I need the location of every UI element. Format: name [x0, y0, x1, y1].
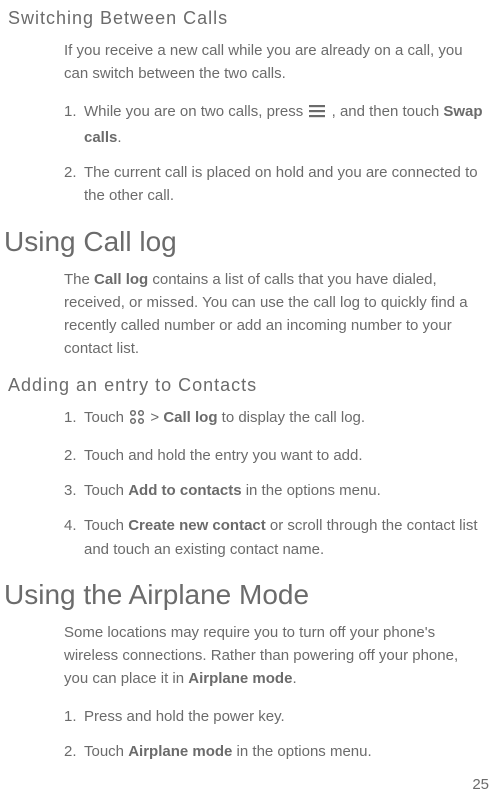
- heading-adding-entry: Adding an entry to Contacts: [8, 375, 493, 396]
- text: in the options menu.: [242, 482, 381, 499]
- step-2-touch-hold: 2. Touch and hold the entry you want to …: [64, 444, 485, 467]
- para-airplane: Some locations may require you to turn o…: [64, 621, 485, 691]
- text: >: [146, 409, 163, 426]
- menu-icon: [308, 103, 326, 126]
- text: .: [292, 670, 296, 687]
- text: Touch: [84, 409, 128, 426]
- step-body: Touch > Call log to display the call log…: [84, 406, 485, 432]
- text: Touch: [84, 517, 128, 534]
- step-1-touch-call-log: 1. Touch > Call log to display the call …: [64, 406, 485, 432]
- text: to display the call log.: [217, 409, 365, 426]
- text: , and then touch: [332, 103, 444, 120]
- step-number: 4.: [64, 514, 84, 561]
- heading-airplane-mode: Using the Airplane Mode: [4, 579, 493, 611]
- step-number: 1.: [64, 705, 84, 728]
- step-1-swap: 1. While you are on two calls, press , a…: [64, 100, 485, 150]
- text: in the options menu.: [232, 743, 371, 760]
- page-number: 25: [472, 776, 489, 793]
- step-4-create-contact: 4. Touch Create new contact or scroll th…: [64, 514, 485, 561]
- text: The: [64, 271, 94, 288]
- step-2-hold: 2. The current call is placed on hold an…: [64, 161, 485, 208]
- para-call-log: The Call log contains a list of calls th…: [64, 268, 485, 361]
- step-number: 3.: [64, 479, 84, 502]
- step-body: While you are on two calls, press , and …: [84, 100, 485, 150]
- text: .: [117, 129, 121, 146]
- heading-using-call-log: Using Call log: [4, 226, 493, 258]
- step-number: 1.: [64, 100, 84, 150]
- step-body: Touch Airplane mode in the options menu.: [84, 740, 485, 763]
- step-number: 2.: [64, 444, 84, 467]
- apps-grid-icon: [129, 409, 145, 432]
- step-body: Press and hold the power key.: [84, 705, 485, 728]
- step-number: 1.: [64, 406, 84, 432]
- airplane-mode-bold: Airplane mode: [128, 743, 232, 760]
- call-log-label: Call log: [94, 271, 148, 288]
- heading-switching-calls: Switching Between Calls: [8, 8, 493, 29]
- create-new-contact-label: Create new contact: [128, 517, 266, 534]
- step-2-airplane-touch: 2. Touch Airplane mode in the options me…: [64, 740, 485, 763]
- step-1-power-key: 1. Press and hold the power key.: [64, 705, 485, 728]
- step-3-add-contacts: 3. Touch Add to contacts in the options …: [64, 479, 485, 502]
- step-body: Touch and hold the entry you want to add…: [84, 444, 485, 467]
- text: Touch: [84, 482, 128, 499]
- step-number: 2.: [64, 740, 84, 763]
- call-log-bold: Call log: [163, 409, 217, 426]
- text: Touch: [84, 743, 128, 760]
- airplane-mode-label: Airplane mode: [188, 670, 292, 687]
- step-body: The current call is placed on hold and y…: [84, 161, 485, 208]
- text: While you are on two calls, press: [84, 103, 307, 120]
- para-switching-intro: If you receive a new call while you are …: [64, 39, 485, 86]
- step-number: 2.: [64, 161, 84, 208]
- step-body: Touch Add to contacts in the options men…: [84, 479, 485, 502]
- step-body: Touch Create new contact or scroll throu…: [84, 514, 485, 561]
- add-to-contacts-label: Add to contacts: [128, 482, 241, 499]
